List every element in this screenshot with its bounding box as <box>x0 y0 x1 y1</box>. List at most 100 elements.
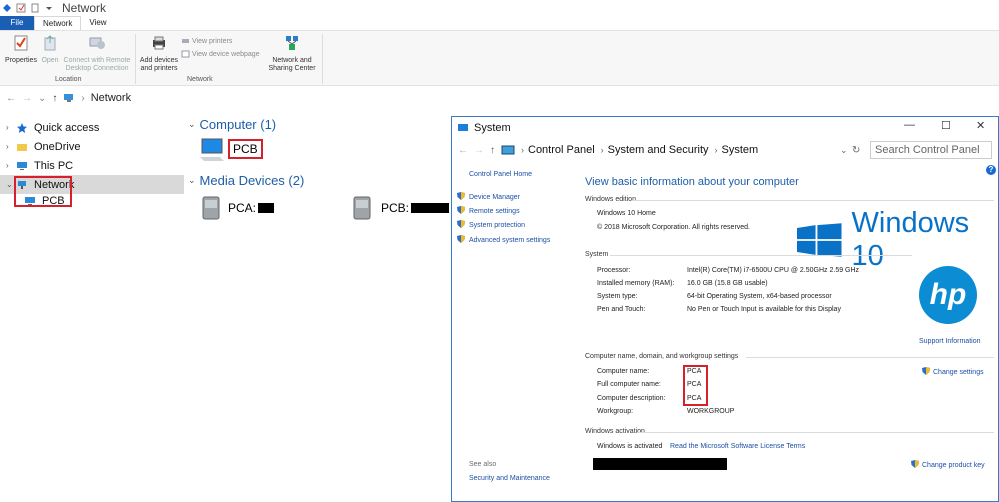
expand-chevron-icon[interactable]: › <box>6 123 16 132</box>
expand-chevron-icon[interactable]: › <box>6 142 16 151</box>
shield-icon <box>457 220 465 228</box>
group-header-media[interactable]: ⌄ Media Devices (2) <box>188 173 304 188</box>
system-protection-link[interactable]: System protection <box>457 220 525 229</box>
spec-label: System type: <box>597 293 638 300</box>
media-device-icon <box>202 196 220 220</box>
redaction-bar <box>411 203 450 213</box>
tab-file[interactable]: File <box>0 16 34 30</box>
windows-logo-icon <box>797 223 842 257</box>
system-titlebar: System — ☐ ✕ <box>452 117 998 139</box>
open-label: Open <box>41 57 59 64</box>
up-arrow-icon[interactable]: ↑ <box>490 145 495 156</box>
properties-icon <box>14 35 28 51</box>
explorer-titlebar: Network <box>0 0 999 16</box>
nav-item-this-pc[interactable]: › This PC <box>0 156 184 175</box>
media-device-icon <box>353 196 371 220</box>
breadcrumb-chevron-icon[interactable]: › <box>715 145 718 155</box>
section-system: System <box>585 251 609 258</box>
breadcrumb-chevron-icon[interactable]: › <box>521 145 524 155</box>
media-item-pca[interactable]: PCA: <box>200 195 275 221</box>
open-button[interactable]: Open <box>39 34 61 65</box>
network-sharing-label-1: Network and <box>272 57 312 64</box>
search-input[interactable]: Search Control Panel <box>870 141 992 159</box>
ribbon-divider <box>135 34 136 84</box>
collapse-chevron-icon[interactable]: ⌄ <box>188 175 196 186</box>
page-title: View basic information about your comput… <box>585 176 799 188</box>
support-information-link[interactable]: Support Information <box>919 338 980 345</box>
view-printers-button[interactable]: View printers <box>181 37 232 45</box>
dropdown-chevron-icon[interactable]: ⌄ <box>840 145 848 156</box>
section-windows-activation: Windows activation <box>585 428 645 435</box>
properties-label: Properties <box>5 57 37 64</box>
help-icon[interactable]: ? <box>986 165 996 175</box>
breadcrumb-control-panel[interactable]: Control Panel <box>528 144 595 156</box>
close-icon[interactable]: ✕ <box>976 119 985 132</box>
collapse-chevron-icon[interactable]: ⌄ <box>188 119 196 130</box>
properties-icon[interactable] <box>16 3 26 13</box>
refresh-icon[interactable]: ↻ <box>852 145 860 156</box>
computer-item-label: PCB <box>228 139 263 159</box>
workgroup-value: WORKGROUP <box>687 408 735 415</box>
printer-small-icon <box>182 39 189 43</box>
control-panel-home-link[interactable]: Control Panel Home <box>469 171 532 178</box>
up-arrow-icon[interactable]: ↑ <box>52 93 57 104</box>
system-window-title: System <box>474 122 511 134</box>
maximize-icon[interactable]: ☐ <box>941 119 951 132</box>
license-terms-link[interactable]: Read the Microsoft Software License Term… <box>670 443 805 450</box>
expand-chevron-icon[interactable]: › <box>6 161 16 170</box>
forward-arrow-icon[interactable]: → <box>474 145 484 156</box>
divider <box>637 432 994 433</box>
window-title: Network <box>62 1 107 15</box>
add-devices-label-2: and printers <box>140 65 178 72</box>
recent-chevron-icon[interactable]: ⌄ <box>38 93 46 104</box>
change-product-key-link[interactable]: Change product key <box>911 460 985 469</box>
address-bar: ← → ⌄ ↑ › Network <box>0 89 999 107</box>
spec-value: 16.0 GB (15.8 GB usable) <box>687 280 768 287</box>
breadcrumb-system[interactable]: System <box>722 144 759 156</box>
view-device-webpage-button[interactable]: View device webpage <box>181 50 260 58</box>
spec-value: Intel(R) Core(TM) i7-6500U CPU @ 2.50GHz… <box>687 267 860 274</box>
breadcrumb-chevron-icon[interactable]: › <box>81 93 84 104</box>
group-title-media: Media Devices (2) <box>199 173 305 188</box>
network-sharing-center-button[interactable]: Network and Sharing Center <box>266 34 318 73</box>
network-icon <box>3 4 11 12</box>
name-label: Workgroup: <box>597 408 634 415</box>
screen: Network File Network View Properties Ope… <box>0 0 999 502</box>
folder-icon <box>17 143 27 151</box>
hp-logo: hp <box>919 266 977 324</box>
network-icon <box>64 94 74 102</box>
group-header-computer[interactable]: ⌄ Computer (1) <box>188 117 276 132</box>
windows-10-logo-text: Windows 10 <box>851 207 970 272</box>
tab-view[interactable]: View <box>81 16 114 30</box>
see-also-label: See also <box>469 461 497 468</box>
tab-network[interactable]: Network <box>34 16 82 30</box>
minimize-icon[interactable]: — <box>904 119 915 131</box>
properties-button[interactable]: Properties <box>4 34 38 65</box>
change-settings-label: Change settings <box>933 369 984 376</box>
redaction-bar <box>258 203 275 213</box>
media-item-label: PCB: <box>381 201 410 215</box>
computer-item-pcb[interactable]: PCB <box>200 137 263 161</box>
customize-toolbar-icon[interactable] <box>44 3 54 13</box>
device-manager-link[interactable]: Device Manager <box>457 192 520 201</box>
control-panel-icon <box>501 145 515 155</box>
advanced-system-settings-link[interactable]: Advanced system settings <box>457 235 550 244</box>
add-devices-button[interactable]: Add devices and printers <box>138 34 180 73</box>
forward-arrow-icon[interactable]: → <box>22 93 32 104</box>
breadcrumb-system-security[interactable]: System and Security <box>608 144 709 156</box>
change-product-key-label: Change product key <box>922 462 985 469</box>
media-item-pcb[interactable]: PCB: <box>351 195 450 221</box>
change-settings-link[interactable]: Change settings <box>922 367 984 376</box>
breadcrumb-chevron-icon[interactable]: › <box>601 145 604 155</box>
section-windows-edition: Windows edition <box>585 196 636 203</box>
address-path[interactable]: Network <box>91 92 131 104</box>
back-arrow-icon[interactable]: ← <box>458 145 468 156</box>
nav-item-quick-access[interactable]: › Quick access <box>0 118 184 137</box>
shield-icon <box>457 206 465 214</box>
remote-settings-link[interactable]: Remote settings <box>457 206 520 215</box>
security-maintenance-link[interactable]: Security and Maintenance <box>469 475 550 482</box>
nav-item-onedrive[interactable]: › OneDrive <box>0 137 184 156</box>
new-folder-icon[interactable] <box>30 3 40 13</box>
back-arrow-icon[interactable]: ← <box>6 93 16 104</box>
remote-desktop-button[interactable]: Connect with Remote Desktop Connection <box>62 34 132 73</box>
